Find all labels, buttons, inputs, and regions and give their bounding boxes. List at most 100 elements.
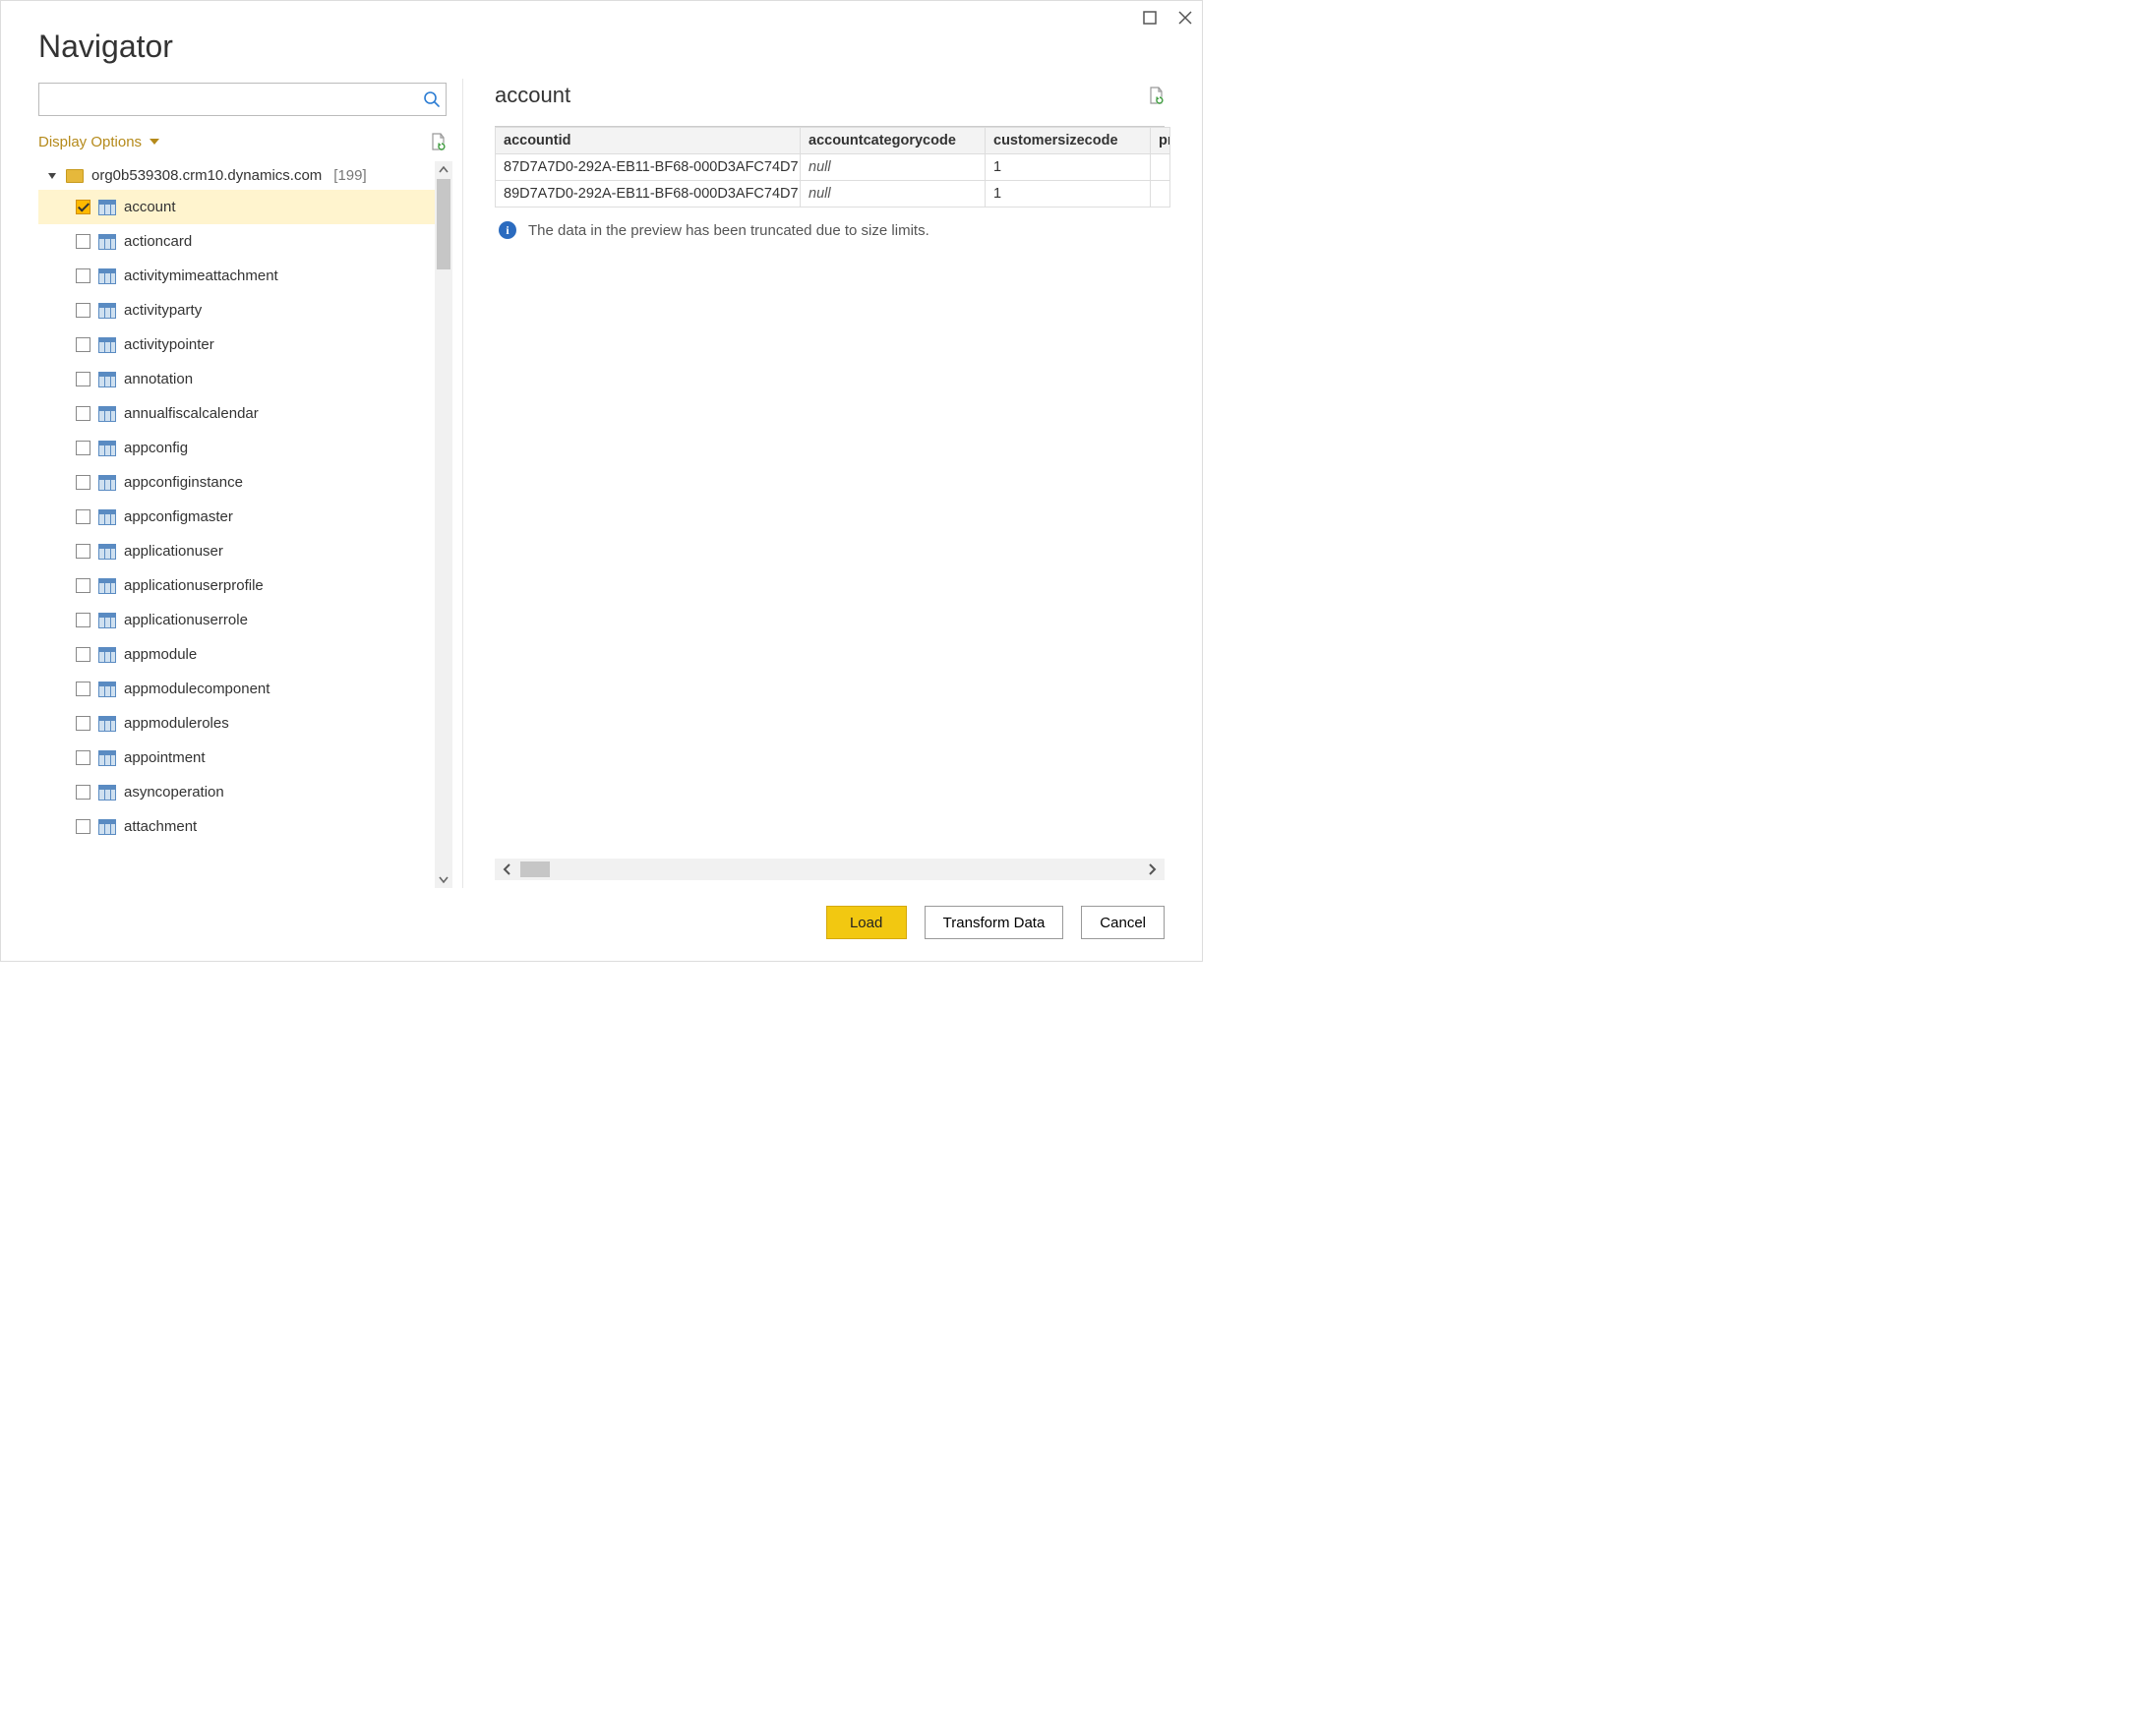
h-scroll-track[interactable] [520, 859, 1139, 880]
tree-item[interactable]: appmodule [38, 637, 435, 672]
tree-item[interactable]: applicationuserrole [38, 603, 435, 637]
tree-container: org0b539308.crm10.dynamics.com [199] acc… [38, 161, 452, 888]
display-options-label: Display Options [38, 134, 142, 150]
tree-item[interactable]: account [38, 190, 435, 224]
load-button[interactable]: Load [826, 906, 907, 939]
tree-item-checkbox[interactable] [76, 750, 90, 765]
tree-item-label: activitymimeattachment [124, 267, 278, 284]
tree-item[interactable]: appointment [38, 741, 435, 775]
search-icon[interactable] [423, 90, 441, 108]
tree-item-label: appmoduleroles [124, 715, 229, 732]
tree-item-checkbox[interactable] [76, 234, 90, 249]
tree-item-label: applicationuser [124, 543, 223, 560]
expand-arrow-icon[interactable] [48, 173, 56, 179]
tree-item-checkbox[interactable] [76, 268, 90, 283]
h-scroll-thumb[interactable] [520, 861, 550, 877]
preview-h-scrollbar[interactable] [495, 859, 1165, 880]
display-options-dropdown[interactable]: Display Options [38, 134, 159, 150]
cell-truncated[interactable] [1151, 154, 1170, 181]
info-message: The data in the preview has been truncat… [528, 222, 929, 239]
folder-icon [66, 169, 84, 183]
tree-item[interactable]: annotation [38, 362, 435, 396]
tree-item-checkbox[interactable] [76, 372, 90, 386]
scroll-left-icon[interactable] [495, 863, 520, 875]
cell-accountid[interactable]: 89D7A7D0-292A-EB11-BF68-000D3AFC74D7 [496, 181, 801, 208]
scroll-up-icon[interactable] [435, 161, 452, 179]
tree-item-label: annotation [124, 371, 193, 387]
column-header[interactable]: accountcategorycode [801, 128, 986, 154]
dialog-header: Navigator [1, 1, 1202, 79]
tree-item[interactable]: activitypointer [38, 327, 435, 362]
tree-item-checkbox[interactable] [76, 303, 90, 318]
cell-customersizecode[interactable]: 1 [986, 154, 1151, 181]
table-icon [98, 441, 116, 456]
refresh-preview-icon[interactable] [1147, 86, 1165, 105]
tree-item-checkbox[interactable] [76, 578, 90, 593]
column-header[interactable]: pr [1151, 128, 1170, 154]
window-controls [1141, 9, 1194, 27]
tree-item-label: activitypointer [124, 336, 214, 353]
tree-item-label: applicationuserrole [124, 612, 248, 628]
tree-item[interactable]: asyncoperation [38, 775, 435, 809]
tree-scrollbar[interactable] [435, 161, 452, 888]
tree-item-checkbox[interactable] [76, 200, 90, 214]
table-row[interactable]: 89D7A7D0-292A-EB11-BF68-000D3AFC74D7null… [496, 181, 1170, 208]
tree-item-checkbox[interactable] [76, 819, 90, 834]
scroll-down-icon[interactable] [435, 870, 452, 888]
tree-item-checkbox[interactable] [76, 682, 90, 696]
scroll-track[interactable] [435, 179, 452, 870]
refresh-list-icon[interactable] [429, 132, 447, 151]
scroll-right-icon[interactable] [1139, 863, 1165, 875]
tree-item-checkbox[interactable] [76, 509, 90, 524]
tree-item[interactable]: attachment [38, 809, 435, 844]
table-icon [98, 303, 116, 319]
cell-accountid[interactable]: 87D7A7D0-292A-EB11-BF68-000D3AFC74D7 [496, 154, 801, 181]
tree-item-checkbox[interactable] [76, 716, 90, 731]
tree-item-checkbox[interactable] [76, 647, 90, 662]
preview-grid[interactable]: accountidaccountcategorycodecustomersize… [495, 127, 1170, 208]
close-icon[interactable] [1176, 9, 1194, 27]
tree-item-checkbox[interactable] [76, 475, 90, 490]
cell-customersizecode[interactable]: 1 [986, 181, 1151, 208]
table-icon [98, 613, 116, 628]
tree-item[interactable]: appmodulecomponent [38, 672, 435, 706]
tree-item[interactable]: applicationuserprofile [38, 568, 435, 603]
options-row: Display Options [38, 126, 452, 161]
dialog-title: Navigator [38, 29, 1165, 65]
tree-item-label: account [124, 199, 176, 215]
tree-item-label: appmodulecomponent [124, 681, 270, 697]
tree-item-label: appmodule [124, 646, 197, 663]
tree-item-label: activityparty [124, 302, 202, 319]
cell-accountcategorycode[interactable]: null [801, 181, 986, 208]
chevron-down-icon [150, 139, 159, 145]
cancel-button[interactable]: Cancel [1081, 906, 1165, 939]
tree-item[interactable]: applicationuser [38, 534, 435, 568]
tree-item-label: annualfiscalcalendar [124, 405, 259, 422]
transform-data-button[interactable]: Transform Data [925, 906, 1064, 939]
maximize-icon[interactable] [1141, 9, 1159, 27]
tree-item-checkbox[interactable] [76, 613, 90, 627]
tree-item[interactable]: activityparty [38, 293, 435, 327]
tree-item[interactable]: appconfiginstance [38, 465, 435, 500]
tree-item[interactable]: annualfiscalcalendar [38, 396, 435, 431]
tree-item[interactable]: appmoduleroles [38, 706, 435, 741]
tree-item[interactable]: actioncard [38, 224, 435, 259]
tree-item-checkbox[interactable] [76, 544, 90, 559]
scroll-thumb[interactable] [437, 179, 450, 269]
tree-item-checkbox[interactable] [76, 441, 90, 455]
tree-item-checkbox[interactable] [76, 785, 90, 800]
cell-truncated[interactable] [1151, 181, 1170, 208]
navigator-tree[interactable]: org0b539308.crm10.dynamics.com [199] acc… [38, 161, 435, 888]
tree-item[interactable]: appconfig [38, 431, 435, 465]
column-header[interactable]: accountid [496, 128, 801, 154]
column-header[interactable]: customersizecode [986, 128, 1151, 154]
tree-item[interactable]: appconfigmaster [38, 500, 435, 534]
cell-accountcategorycode[interactable]: null [801, 154, 986, 181]
tree-item-checkbox[interactable] [76, 337, 90, 352]
tree-root[interactable]: org0b539308.crm10.dynamics.com [199] [38, 161, 435, 190]
tree-item-checkbox[interactable] [76, 406, 90, 421]
tree-item[interactable]: activitymimeattachment [38, 259, 435, 293]
table-icon [98, 200, 116, 215]
table-row[interactable]: 87D7A7D0-292A-EB11-BF68-000D3AFC74D7null… [496, 154, 1170, 181]
search-input[interactable] [38, 83, 447, 116]
